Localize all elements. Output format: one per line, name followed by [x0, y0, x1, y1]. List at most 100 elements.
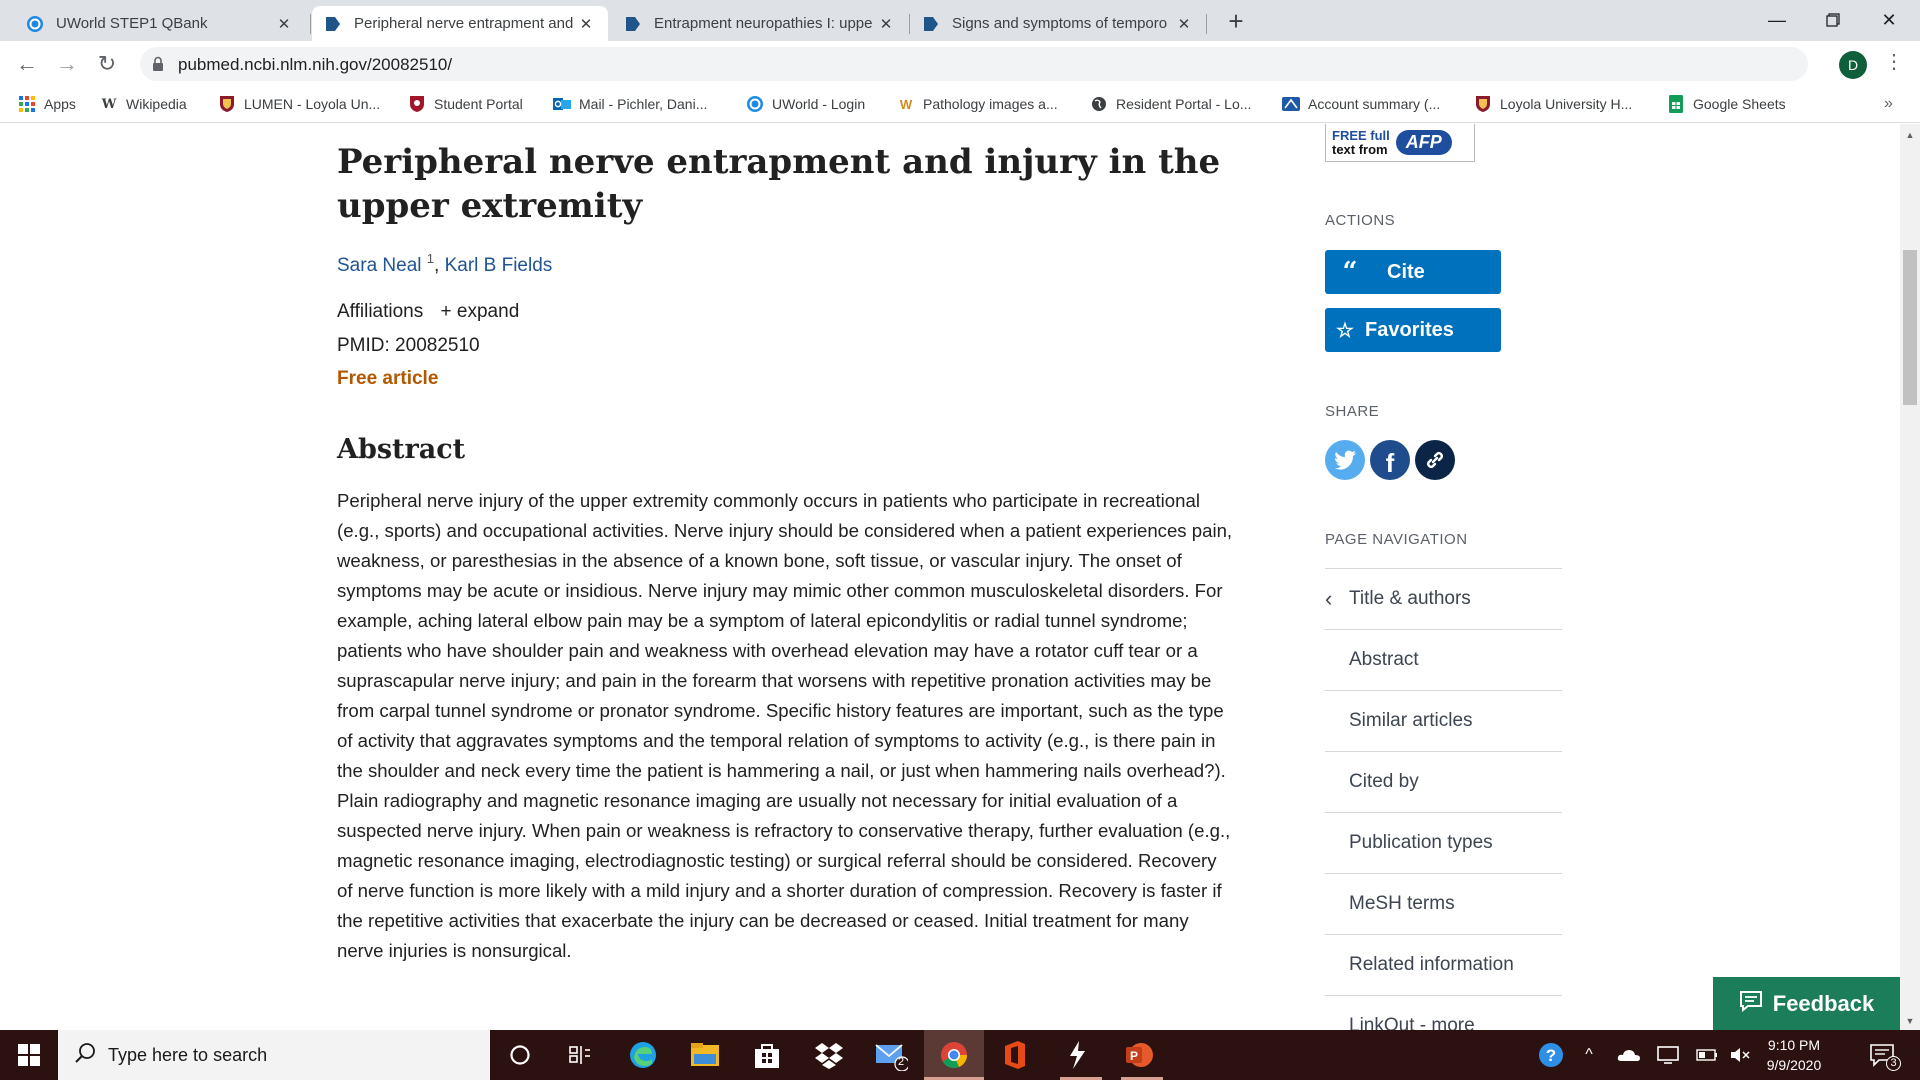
bookmark-mail[interactable]: Mail - Pichler, Dani... [553, 95, 707, 113]
page-navigation-heading: PAGE NAVIGATION [1325, 531, 1468, 548]
office-icon[interactable] [998, 1038, 1032, 1072]
help-icon[interactable]: ? [1531, 1030, 1571, 1080]
author-link-sara-neal[interactable]: Sara Neal [337, 255, 422, 276]
anki-icon[interactable] [1060, 1038, 1094, 1072]
scrollbar-thumb[interactable] [1903, 250, 1917, 405]
close-tab-icon[interactable]: ✕ [576, 15, 596, 33]
copy-link-icon[interactable] [1415, 440, 1455, 480]
expand-affiliations-button[interactable]: + expand [441, 301, 520, 322]
bookmark-label: Pathology images a... [923, 96, 1058, 112]
taskbar-search-box[interactable]: Type here to search [58, 1030, 490, 1080]
lock-icon [152, 56, 164, 77]
tab-title: Entrapment neuropathies I: uppe [654, 15, 873, 32]
bookmark-student-portal[interactable]: Student Portal [408, 95, 523, 113]
mail-badge: 2 [898, 1056, 905, 1068]
author-list: Sara Neal 1, Karl B Fields [337, 251, 553, 276]
comment-icon [1739, 990, 1763, 1018]
loyola-shield-icon [1474, 95, 1492, 113]
nav-similar-articles[interactable]: Similar articles [1325, 691, 1562, 752]
clock[interactable]: 9:10 PM 9/9/2020 [1754, 1035, 1834, 1075]
affiliation-number[interactable]: 1 [427, 251, 434, 266]
tab-signs-symptoms[interactable]: Signs and symptoms of temporo ✕ [910, 6, 1206, 41]
star-icon: ☆ [1336, 319, 1354, 342]
windows-start-icon[interactable] [0, 1030, 58, 1080]
back-icon[interactable]: ← [12, 49, 42, 79]
tab-separator [310, 14, 311, 34]
close-tab-icon[interactable]: ✕ [1174, 15, 1194, 33]
store-icon[interactable] [750, 1038, 784, 1072]
reload-icon[interactable]: ↻ [92, 49, 122, 79]
bookmark-wikipedia[interactable]: W Wikipedia [100, 95, 187, 113]
minimize-icon[interactable]: — [1754, 4, 1800, 36]
feedback-button[interactable]: Feedback [1713, 977, 1900, 1030]
bookmark-resident-portal[interactable]: Resident Portal - Lo... [1090, 95, 1251, 113]
portal-shield-icon [408, 95, 426, 113]
afp-logo: AFP [1395, 130, 1452, 155]
new-tab-icon[interactable]: + [1222, 8, 1250, 34]
bookmark-label: Resident Portal - Lo... [1116, 96, 1252, 112]
chevron-left-icon: ‹ [1325, 586, 1333, 611]
forward-icon[interactable]: → [52, 49, 82, 79]
close-window-icon[interactable]: ✕ [1866, 4, 1912, 36]
cortana-icon[interactable] [503, 1038, 537, 1072]
mail-icon[interactable]: 2 [874, 1038, 908, 1072]
bookmark-lumen[interactable]: LUMEN - Loyola Un... [218, 95, 380, 113]
powerpoint-icon[interactable]: P [1122, 1038, 1156, 1072]
globe-icon [1090, 95, 1108, 113]
author-link-karl-fields[interactable]: Karl B Fields [445, 255, 553, 276]
nav-title-authors[interactable]: ‹ Title & authors [1325, 569, 1562, 630]
sheets-icon [1667, 95, 1685, 113]
battery-icon[interactable] [1692, 1030, 1722, 1080]
more-bookmarks-icon[interactable]: » [1884, 95, 1893, 113]
favorites-button[interactable]: ☆ Favorites [1325, 308, 1501, 352]
bookmark-apps[interactable]: Apps [18, 95, 76, 113]
file-explorer-icon[interactable] [688, 1038, 722, 1072]
task-view-icon[interactable] [563, 1038, 597, 1072]
nav-cited-by[interactable]: Cited by [1325, 752, 1562, 813]
onedrive-sync-icon[interactable] [1613, 1030, 1645, 1080]
nav-related-information[interactable]: Related information [1325, 935, 1562, 996]
bookmark-google-sheets[interactable]: Google Sheets [1667, 95, 1786, 113]
browser-menu-icon[interactable]: ⋮ [1884, 49, 1904, 74]
edge-icon[interactable] [626, 1038, 660, 1072]
show-hidden-icons-icon[interactable]: ^ [1575, 1030, 1603, 1080]
affiliations-row: Affiliations + expand [337, 301, 519, 323]
facebook-icon[interactable]: f [1370, 440, 1410, 480]
twitter-icon[interactable] [1325, 440, 1365, 480]
close-tab-icon[interactable]: ✕ [274, 15, 294, 33]
scroll-down-icon[interactable]: ▼ [1903, 1016, 1917, 1026]
pubmed-icon [922, 15, 940, 33]
bookmark-label: Student Portal [434, 96, 523, 112]
tab-entrapment-neuropathies[interactable]: Entrapment neuropathies I: uppe ✕ [612, 6, 908, 41]
loyola-shield-icon [218, 95, 236, 113]
cite-button[interactable]: “ Cite [1325, 250, 1501, 294]
afp-full-text-link[interactable]: FREE full text from AFP [1325, 124, 1475, 162]
bookmark-uworld[interactable]: UWorld - Login [746, 95, 865, 113]
volume-muted-icon[interactable] [1726, 1030, 1754, 1080]
nav-publication-types[interactable]: Publication types [1325, 813, 1562, 874]
browser-toolbar: ← → ↻ pubmed.ncbi.nlm.nih.gov/20082510/ … [0, 41, 1920, 87]
apps-grid-icon [18, 95, 36, 113]
feedback-label: Feedback [1772, 990, 1875, 1016]
nav-abstract[interactable]: Abstract [1325, 630, 1562, 691]
quote-icon: “ [1342, 257, 1358, 287]
tab-pubmed-peripheral[interactable]: Peripheral nerve entrapment and ✕ [312, 6, 608, 41]
restore-icon[interactable] [1810, 4, 1856, 36]
tab-uworld[interactable]: UWorld STEP1 QBank ✕ [14, 6, 306, 41]
close-tab-icon[interactable]: ✕ [876, 15, 896, 33]
actions-heading: ACTIONS [1325, 212, 1396, 229]
bookmark-loyola-university[interactable]: Loyola University H... [1474, 95, 1632, 113]
profile-avatar[interactable]: D [1839, 51, 1867, 79]
display-icon[interactable] [1652, 1030, 1684, 1080]
bookmark-account-summary[interactable]: Account summary (... [1282, 95, 1440, 113]
address-bar[interactable]: pubmed.ncbi.nlm.nih.gov/20082510/ ☆ [140, 47, 1808, 81]
nav-linkout[interactable]: LinkOut - more [1325, 996, 1562, 1030]
free-article-badge: Free article [337, 368, 439, 389]
pubmed-icon [324, 15, 342, 33]
chrome-icon[interactable] [937, 1038, 971, 1072]
notifications-icon[interactable]: 3 [1862, 1030, 1902, 1080]
dropbox-icon[interactable] [812, 1038, 846, 1072]
bookmark-pathology[interactable]: W Pathology images a... [897, 95, 1058, 113]
nav-mesh-terms[interactable]: MeSH terms [1325, 874, 1562, 935]
scroll-up-icon[interactable]: ▲ [1903, 130, 1917, 140]
